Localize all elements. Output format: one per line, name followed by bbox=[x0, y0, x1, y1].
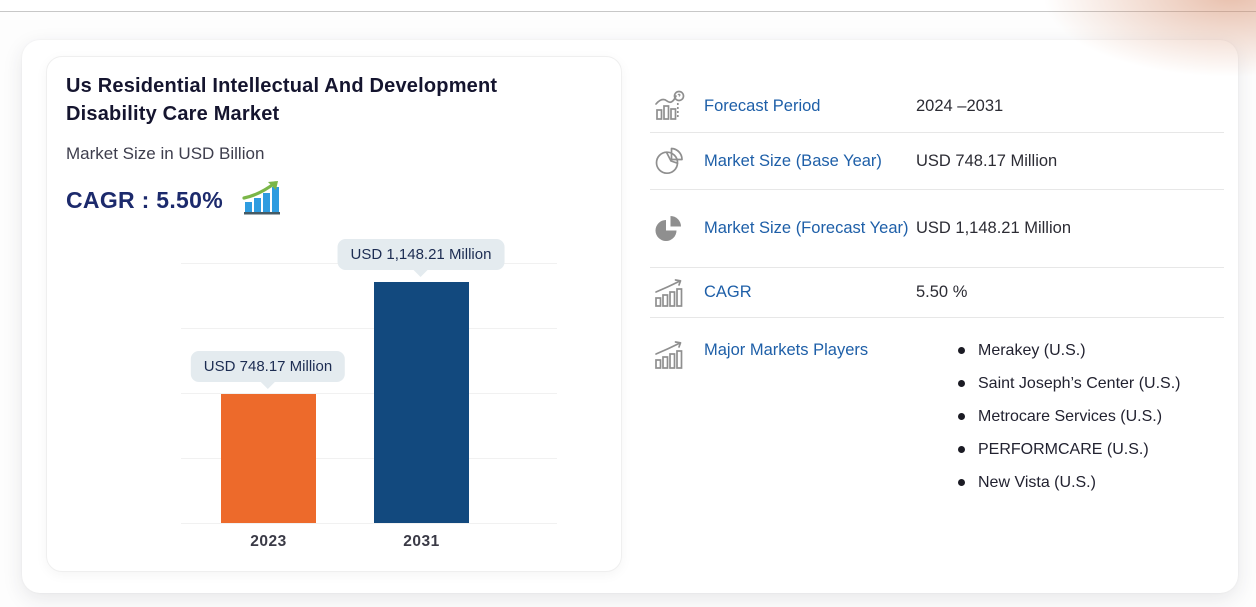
row-cagr: CAGR 5.50 % bbox=[650, 268, 1224, 318]
player-item: Metrocare Services (U.S.) bbox=[916, 404, 1180, 429]
row-label: CAGR bbox=[704, 280, 916, 305]
player-item: Saint Joseph’s Center (U.S.) bbox=[916, 371, 1180, 396]
row-market-size-forecast: Market Size (Forecast Year) USD 1,148.21… bbox=[650, 190, 1224, 268]
data-label-2023: USD 748.17 Million bbox=[191, 351, 345, 382]
chart-card: Us Residential Intellectual And Developm… bbox=[46, 56, 622, 572]
players-list: Merakey (U.S.) Saint Joseph’s Center (U.… bbox=[916, 338, 1180, 503]
row-major-players: Major Markets Players Merakey (U.S.) Sai… bbox=[650, 318, 1224, 503]
row-label: Major Markets Players bbox=[704, 338, 916, 363]
x-axis-label-2031: 2031 bbox=[374, 533, 469, 551]
growth-bars-icon bbox=[650, 276, 688, 310]
player-item: PERFORMCARE (U.S.) bbox=[916, 437, 1180, 462]
market-report-card: Us Residential Intellectual And Developm… bbox=[22, 40, 1238, 593]
row-forecast-period: Forecast Period 2024 –2031 bbox=[650, 80, 1224, 133]
row-value: 2024 –2031 bbox=[916, 97, 1003, 116]
page-title: Us Residential Intellectual And Developm… bbox=[66, 73, 558, 128]
bar-2023 bbox=[221, 394, 316, 523]
details-panel: Forecast Period 2024 –2031 Market Size (… bbox=[650, 80, 1224, 503]
row-label: Market Size (Base Year) bbox=[704, 149, 916, 174]
gridline bbox=[181, 328, 557, 329]
gridline bbox=[181, 523, 557, 524]
x-axis-label-2023: 2023 bbox=[221, 533, 316, 551]
bar-2031 bbox=[374, 282, 469, 523]
forecast-chart-icon bbox=[650, 89, 688, 123]
data-label-2031: USD 1,148.21 Million bbox=[338, 239, 505, 270]
chart-subtitle: Market Size in USD Billion bbox=[66, 144, 621, 164]
row-value: USD 1,148.21 Million bbox=[916, 219, 1071, 238]
row-market-size-base: Market Size (Base Year) USD 748.17 Milli… bbox=[650, 133, 1224, 190]
player-item: Merakey (U.S.) bbox=[916, 338, 1180, 363]
row-value: 5.50 % bbox=[916, 283, 967, 302]
row-value: USD 748.17 Million bbox=[916, 152, 1057, 171]
bar-chart: USD 748.17 Million USD 1,148.21 Million … bbox=[47, 194, 621, 524]
pie-filled-icon bbox=[650, 212, 688, 246]
pie-outline-icon bbox=[650, 144, 688, 178]
player-item: New Vista (U.S.) bbox=[916, 470, 1180, 495]
growth-bars-icon bbox=[650, 338, 688, 372]
row-label: Market Size (Forecast Year) bbox=[704, 216, 916, 241]
row-label: Forecast Period bbox=[704, 94, 916, 119]
top-divider-bar bbox=[0, 0, 1256, 12]
